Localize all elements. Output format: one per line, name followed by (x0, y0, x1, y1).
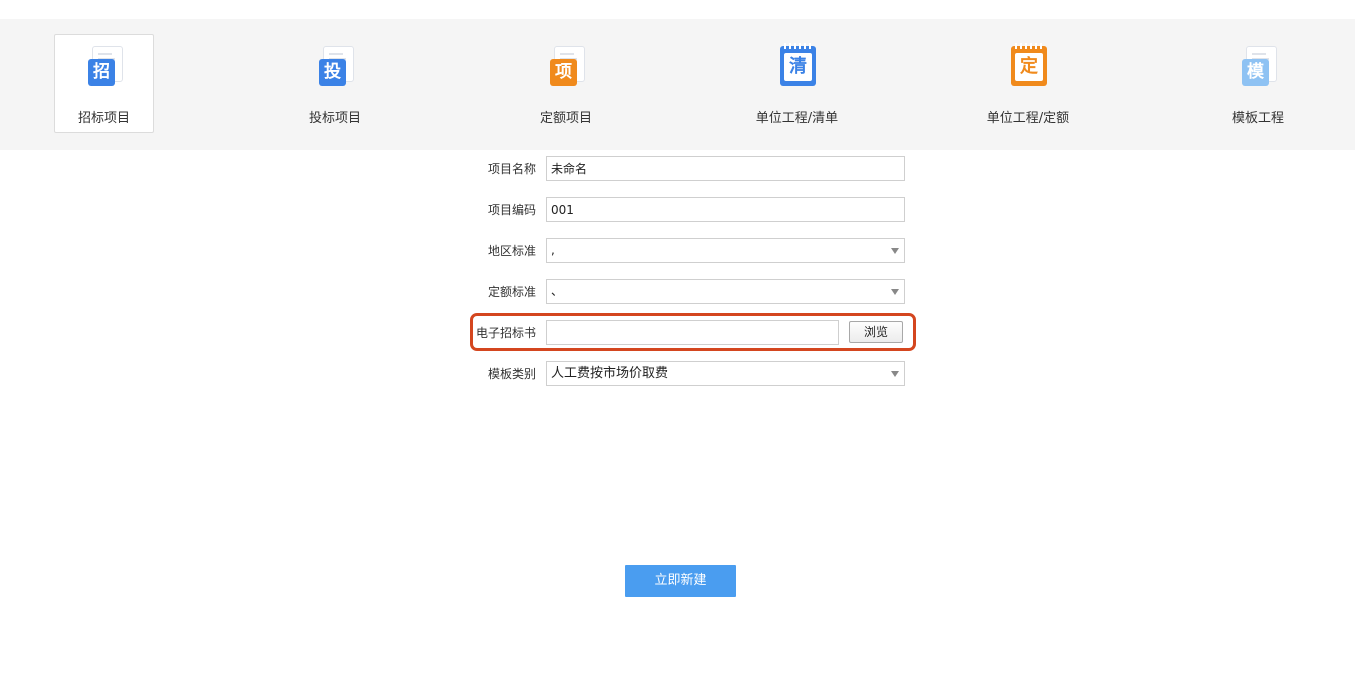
quota-standard-row: 定额标准 、 (0, 279, 1355, 305)
create-now-button[interactable]: 立即新建 (625, 565, 736, 597)
bid-document-path-input[interactable] (546, 320, 839, 345)
region-standard-select[interactable]: , (546, 238, 905, 263)
project-name-input[interactable] (546, 156, 905, 181)
region-standard-row: 地区标准 , (0, 238, 1355, 264)
template-category-label: 模板类别 (487, 367, 536, 381)
template-category-select[interactable]: 人工费按市场价取费 (546, 361, 905, 386)
template-category-row: 模板类别 人工费按市场价取费 (0, 361, 1355, 387)
project-name-label: 项目名称 (487, 162, 536, 176)
project-name-row: 项目名称 (0, 156, 1355, 182)
project-code-label: 项目编码 (487, 203, 536, 217)
region-standard-label: 地区标准 (487, 244, 536, 258)
template-category-value: 人工费按市场价取费 (551, 366, 669, 381)
bid-document-label: 电子招标书 (475, 326, 536, 340)
chevron-down-icon (891, 248, 899, 254)
quota-standard-value: 、 (551, 284, 564, 298)
project-code-input[interactable] (546, 197, 905, 222)
new-project-form: 项目名称 项目编码 地区标准 , 定额标准 、 电子招标书 浏览 模板类别 人工… (0, 0, 1355, 675)
bid-document-row: 电子招标书 浏览 (0, 320, 1355, 346)
chevron-down-icon (891, 289, 899, 295)
project-code-row: 项目编码 (0, 197, 1355, 223)
chevron-down-icon (891, 371, 899, 377)
browse-button[interactable]: 浏览 (849, 321, 903, 343)
quota-standard-select[interactable]: 、 (546, 279, 905, 304)
quota-standard-label: 定额标准 (487, 285, 536, 299)
region-standard-value: , (551, 243, 555, 257)
